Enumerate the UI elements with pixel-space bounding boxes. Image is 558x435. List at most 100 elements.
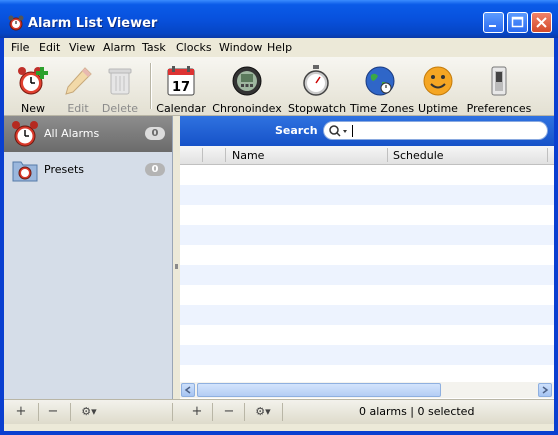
- table-row: [180, 185, 554, 205]
- bottom-bar: + − ⚙▾ + − ⚙▾ 0 alarms | 0 selected: [4, 399, 554, 424]
- sidebar-item-all-alarms[interactable]: All Alarms 0: [4, 116, 172, 152]
- column-header: Name Schedule: [180, 146, 554, 165]
- calendar-label: Calendar: [156, 102, 206, 115]
- divider: [70, 403, 71, 421]
- chronoindex-icon: [232, 66, 262, 96]
- menu-help[interactable]: Help: [267, 41, 292, 54]
- alarm-table-body[interactable]: [180, 165, 554, 381]
- trash-icon: [108, 68, 132, 95]
- remove-alarm-button[interactable]: −: [218, 404, 240, 420]
- preferences-button[interactable]: Preferences: [465, 60, 533, 115]
- divider: [212, 403, 213, 421]
- menu-file[interactable]: File: [11, 41, 29, 54]
- delete-button[interactable]: Delete: [100, 60, 140, 115]
- menu-bar: File Edit View Alarm Task Clocks Window …: [4, 38, 554, 57]
- minimize-icon: [489, 25, 496, 27]
- column-divider: [547, 148, 548, 162]
- search-input[interactable]: [323, 121, 548, 140]
- search-label: Search: [275, 124, 318, 137]
- edit-label: Edit: [67, 102, 89, 115]
- text-caret: [352, 125, 353, 137]
- count-badge: 0: [145, 127, 165, 140]
- menu-window[interactable]: Window: [219, 41, 262, 54]
- calendar-day-label: 17: [172, 80, 190, 95]
- search-icon[interactable]: [328, 123, 350, 139]
- menu-alarm[interactable]: Alarm: [103, 41, 135, 54]
- chevron-left-icon: [184, 386, 191, 394]
- sidebar-item-label: All Alarms: [44, 127, 100, 140]
- globe-icon: [365, 66, 395, 96]
- divider: [38, 403, 39, 421]
- scroll-thumb[interactable]: [197, 383, 441, 397]
- divider: [244, 403, 245, 421]
- sidebar: All Alarms 0 Presets 0: [4, 116, 173, 412]
- menu-clocks[interactable]: Clocks: [176, 41, 212, 54]
- table-row: [180, 285, 554, 305]
- column-name[interactable]: Name: [232, 149, 264, 162]
- horizontal-scrollbar[interactable]: [180, 382, 554, 398]
- table-row: [180, 345, 554, 365]
- menu-edit[interactable]: Edit: [39, 41, 60, 54]
- sidebar-gear-button[interactable]: ⚙▾: [74, 404, 104, 420]
- remove-preset-button[interactable]: −: [42, 404, 64, 420]
- stopwatch-icon: [303, 65, 329, 96]
- alarm-list-pane: Search Name Schedule: [180, 116, 554, 412]
- count-badge: 0: [145, 163, 165, 176]
- time-zones-label: Time Zones: [350, 102, 415, 115]
- table-row: [180, 245, 554, 265]
- calendar-button[interactable]: 17 Calendar: [156, 60, 206, 115]
- new-alarm-icon: [18, 67, 48, 95]
- window-title: Alarm List Viewer: [28, 16, 158, 31]
- close-button[interactable]: [531, 12, 552, 33]
- uptime-button[interactable]: Uptime: [416, 60, 460, 115]
- pencil-icon: [65, 67, 92, 95]
- minimize-button[interactable]: [483, 12, 504, 33]
- divider: [172, 403, 173, 421]
- add-preset-button[interactable]: +: [10, 404, 32, 420]
- close-icon: [536, 17, 547, 28]
- calendar-icon: 17: [167, 66, 195, 96]
- edit-button[interactable]: Edit: [58, 60, 98, 115]
- column-divider: [225, 148, 226, 162]
- maximize-icon: [511, 16, 524, 28]
- preferences-label: Preferences: [466, 102, 532, 115]
- search-bar: Search: [180, 116, 554, 146]
- table-row: [180, 205, 554, 225]
- column-divider: [387, 148, 388, 162]
- column-schedule[interactable]: Schedule: [393, 149, 444, 162]
- table-row: [180, 265, 554, 285]
- sidebar-item-label: Presets: [44, 163, 85, 176]
- uptime-label: Uptime: [418, 102, 458, 115]
- delete-label: Delete: [101, 102, 139, 115]
- table-row: [180, 325, 554, 345]
- app-window: Alarm List Viewer File Edit View Alarm T…: [0, 0, 558, 435]
- table-row: [180, 225, 554, 245]
- menu-task[interactable]: Task: [142, 41, 166, 54]
- splitter-grip-icon: [175, 264, 178, 269]
- toolbar: New Edit Delete 17 Calendar Chronoindex …: [4, 57, 554, 116]
- status-text: 0 alarms | 0 selected: [359, 405, 475, 418]
- scroll-left-button[interactable]: [181, 383, 195, 397]
- new-label: New: [21, 102, 45, 115]
- chevron-right-icon: [542, 386, 549, 394]
- menu-view[interactable]: View: [69, 41, 95, 54]
- stopwatch-label: Stopwatch: [288, 102, 347, 115]
- title-bar[interactable]: Alarm List Viewer: [0, 0, 558, 38]
- scroll-right-button[interactable]: [538, 383, 552, 397]
- smiley-icon: [423, 66, 453, 96]
- switch-icon: [491, 66, 507, 96]
- divider: [282, 403, 283, 421]
- new-button[interactable]: New: [12, 60, 54, 115]
- sidebar-item-presets[interactable]: Presets 0: [4, 152, 172, 188]
- chronoindex-label: Chronoindex: [212, 102, 282, 115]
- maximize-button[interactable]: [507, 12, 528, 33]
- table-row: [180, 305, 554, 325]
- presets-folder-icon: [12, 161, 38, 182]
- stopwatch-button[interactable]: Stopwatch: [288, 60, 347, 115]
- list-gear-button[interactable]: ⚙▾: [248, 404, 278, 420]
- chronoindex-button[interactable]: Chronoindex: [212, 60, 282, 115]
- add-alarm-button[interactable]: +: [186, 404, 208, 420]
- time-zones-button[interactable]: Time Zones: [350, 60, 415, 115]
- table-row: [180, 165, 554, 185]
- column-divider: [202, 148, 203, 162]
